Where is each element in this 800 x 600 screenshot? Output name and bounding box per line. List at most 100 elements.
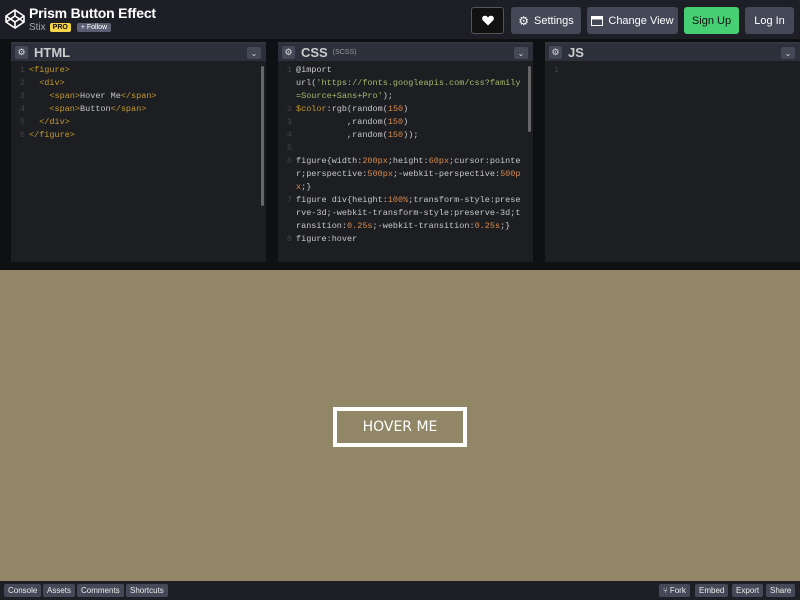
code-line[interactable]: 4 ,random(150)); (278, 129, 525, 142)
embed-button[interactable]: Embed (695, 584, 729, 597)
share-button[interactable]: Share (766, 584, 796, 597)
change-view-label: Change View (608, 14, 674, 27)
line-number: 7 (286, 195, 292, 205)
code-token: @import (296, 65, 337, 75)
code-token: </span> (120, 91, 157, 101)
code-token: ;-webkit-perspective: (392, 169, 501, 179)
code-token: Hover Me (80, 91, 121, 101)
hover-me-button[interactable]: HOVER ME (333, 407, 467, 447)
code-line[interactable]: 6 figure{width:200px;height:60px;cursor:p… (278, 155, 525, 194)
line-number: 4 (19, 104, 25, 114)
line-content: @import (296, 64, 525, 77)
code-line[interactable]: 5 (278, 142, 525, 155)
css-chevron-down-icon[interactable]: ⌄ (514, 47, 528, 59)
love-button[interactable] (471, 7, 504, 34)
line-number: 5 (286, 143, 292, 153)
code-token: figure{width: (296, 156, 363, 166)
code-token: <div> (39, 78, 65, 88)
css-settings-gear-icon[interactable]: ⚙ (282, 46, 295, 59)
code-token: 'https://fonts.googleapis.com/css?family… (296, 78, 521, 101)
code-token: $color (296, 104, 327, 114)
code-token: </span> (110, 104, 147, 114)
code-line[interactable]: 4 <span>Button</span> (11, 103, 258, 116)
code-token: ;height: (387, 156, 429, 166)
code-line[interactable]: 8 figure:hover (278, 233, 525, 246)
code-token: <figure> (29, 65, 70, 75)
codepen-logo-icon[interactable] (5, 9, 25, 29)
code-line[interactable]: 3 <span>Hover Me</span> (11, 90, 258, 103)
line-number: 8 (286, 234, 292, 244)
html-code[interactable]: 1 <figure> 2 <div> 3 <span>Hover Me</span> 4… (11, 64, 258, 142)
css-scrollbar[interactable] (528, 66, 531, 132)
layout-icon (591, 15, 604, 26)
follow-button[interactable]: + Follow (76, 23, 112, 32)
line-content: </div> (29, 116, 258, 129)
code-line[interactable]: 7 figure div{height:100%;transform-style:… (278, 194, 525, 233)
sign-up-button[interactable]: Sign Up (684, 7, 739, 34)
js-settings-gear-icon[interactable]: ⚙ (549, 46, 562, 59)
line-number: 1 (286, 65, 292, 75)
css-editor-title: CSS (301, 45, 328, 60)
fork-button[interactable]: ⑂ Fork (659, 584, 690, 597)
html-scrollbar[interactable] (261, 66, 264, 206)
line-content: ,random(150) (296, 116, 525, 129)
line-number: 3 (19, 91, 25, 101)
html-chevron-down-icon[interactable]: ⌄ (247, 47, 261, 59)
js-editor-title: JS (568, 45, 584, 60)
fork-label: Fork (669, 586, 686, 595)
assets-button[interactable]: Assets (43, 584, 76, 597)
html-settings-gear-icon[interactable]: ⚙ (15, 46, 28, 59)
js-chevron-down-icon[interactable]: ⌄ (781, 47, 795, 59)
line-content: <figure> (29, 64, 258, 77)
console-button[interactable]: Console (4, 584, 42, 597)
code-line[interactable]: 2 <div> (11, 77, 258, 90)
author-name[interactable]: Stix (29, 22, 46, 33)
line-content: $color:rgb(random(150) (296, 103, 525, 116)
code-token: 60px (428, 156, 450, 166)
line-content: <div> (29, 77, 258, 90)
settings-button[interactable]: ⚙ Settings (511, 7, 581, 34)
code-line[interactable]: 5 </div> (11, 116, 258, 129)
code-line[interactable]: 1 (545, 64, 792, 77)
code-token: </figure> (29, 130, 75, 140)
line-content: <span>Button</span> (29, 103, 258, 116)
css-code[interactable]: 1 @import url('https://fonts.googleapis.c… (278, 64, 525, 246)
line-number: 2 (286, 104, 292, 114)
change-view-button[interactable]: Change View (587, 7, 678, 34)
js-editor-header: ⚙ JS ⌄ (545, 42, 800, 61)
code-line[interactable]: 3 ,random(150) (278, 116, 525, 129)
line-number: 1 (19, 65, 25, 75)
line-number: 2 (19, 78, 25, 88)
line-number: 4 (286, 130, 292, 140)
export-button[interactable]: Export (732, 584, 764, 597)
code-line[interactable]: url('https://fonts.googleapis.com/css?fa… (278, 77, 525, 103)
code-line[interactable]: 2 $color:rgb(random(150) (278, 103, 525, 116)
gear-icon: ⚙ (518, 13, 529, 28)
code-line[interactable]: 1 @import (278, 64, 525, 77)
code-token: ); (382, 91, 393, 101)
css-preprocessor-label: (SCSS) (332, 49, 357, 56)
css-editor: ⚙ CSS (SCSS) ⌄ 1 @import url('https://fon… (278, 42, 533, 262)
html-editor-title: HTML (34, 45, 71, 60)
css-editor-header: ⚙ CSS (SCSS) ⌄ (278, 42, 533, 61)
code-token: ,random( (296, 117, 388, 127)
line-content: ,random(150)); (296, 129, 525, 142)
code-token: 0.25s (347, 221, 373, 231)
line-content: figure{width:200px;height:60px;cursor:po… (296, 155, 525, 194)
js-code[interactable]: 1 (545, 64, 792, 77)
code-line[interactable]: 1 <figure> (11, 64, 258, 77)
fork-icon: ⑂ (663, 586, 668, 595)
line-content: figure div{height:100%;transform-style:p… (296, 194, 525, 233)
author-row: Stix PRO + Follow (29, 22, 112, 33)
log-in-button[interactable]: Log In (745, 7, 794, 34)
comments-button[interactable]: Comments (77, 584, 124, 597)
code-token: Button (80, 104, 111, 114)
code-line[interactable]: 6 </figure> (11, 129, 258, 142)
code-token: figure div{height: (296, 195, 388, 205)
code-token: <span> (49, 91, 81, 101)
shortcuts-button[interactable]: Shortcuts (126, 584, 168, 597)
code-token: <span> (49, 104, 81, 114)
